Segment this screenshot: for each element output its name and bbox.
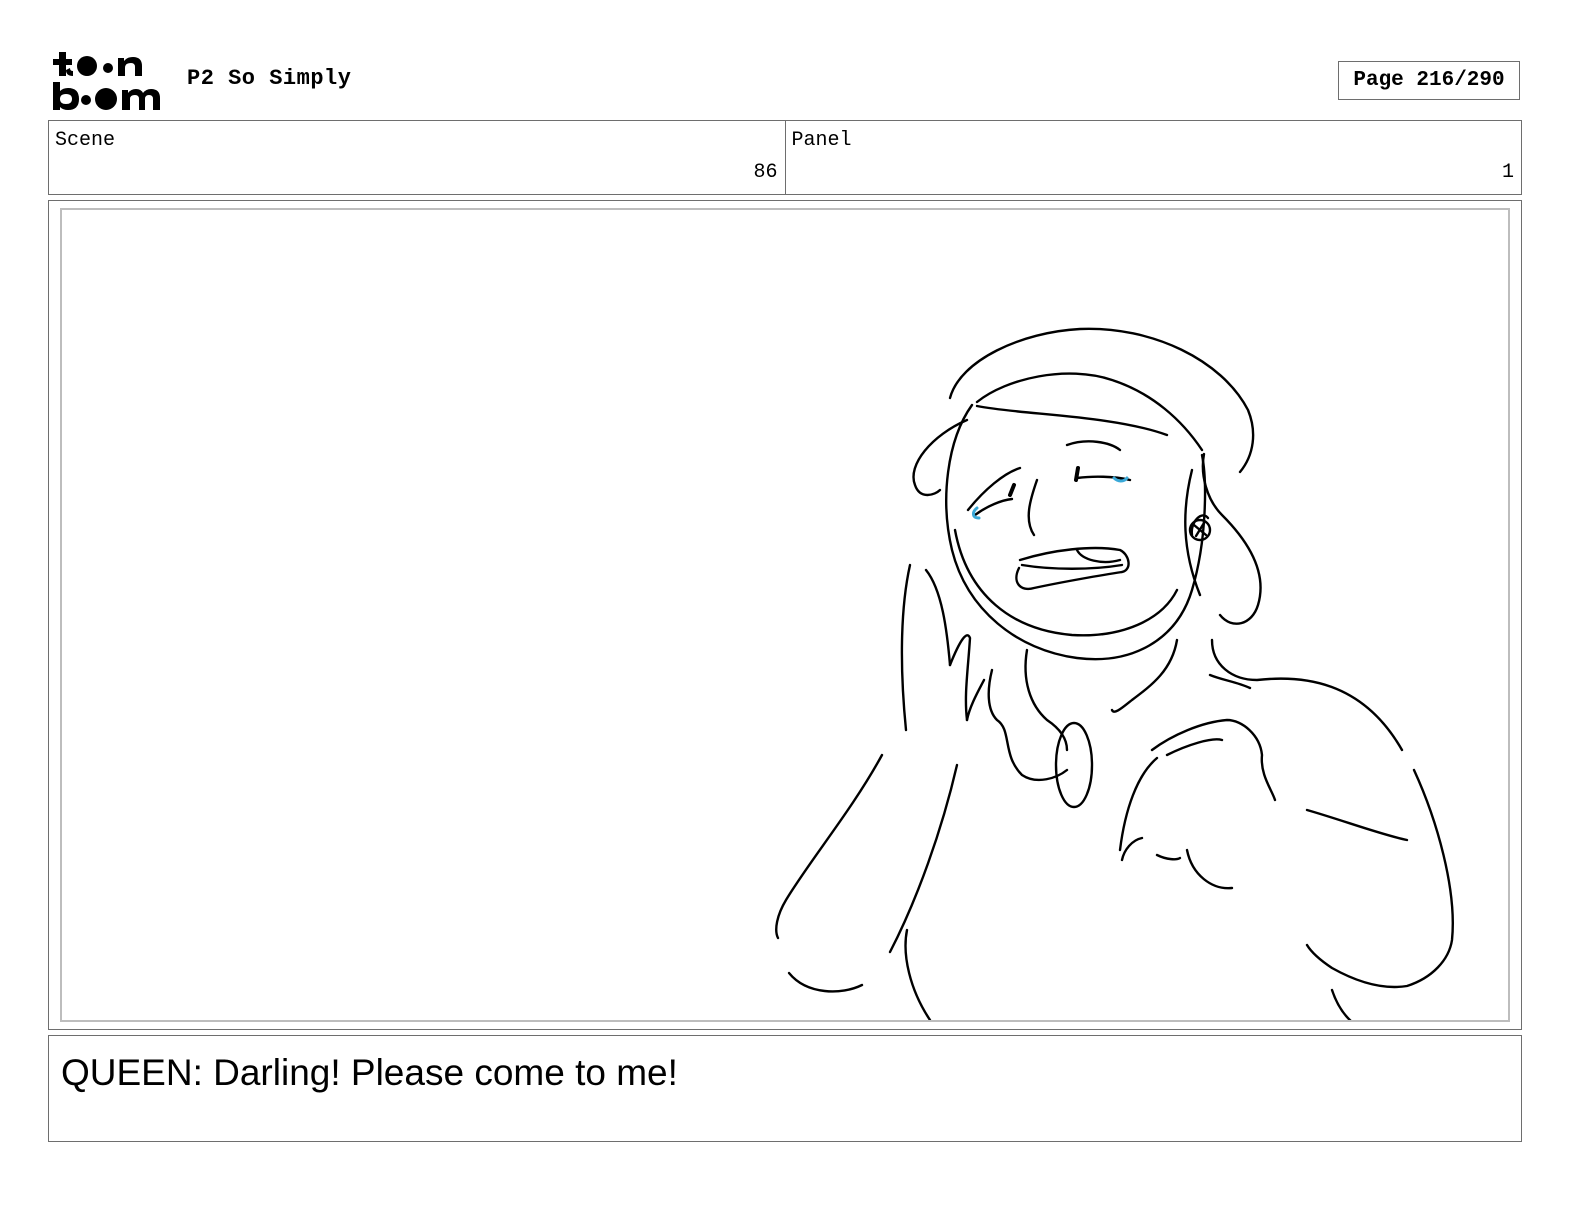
panel-label: Panel — [791, 129, 852, 152]
scene-cell: Scene 86 — [49, 121, 785, 194]
scene-label: Scene — [55, 129, 116, 152]
scene-panel-info: Scene 86 Panel 1 — [48, 120, 1522, 195]
toonboom-logo — [50, 50, 165, 112]
panel-cell: Panel 1 — [784, 121, 1522, 194]
dialogue-box: QUEEN: Darling! Please come to me! — [48, 1035, 1522, 1142]
crying-queen-sketch — [775, 327, 1454, 1020]
dialogue-text: QUEEN: Darling! Please come to me! — [61, 1052, 678, 1093]
toonboom-logo-mark — [53, 52, 160, 110]
panel-number: 1 — [1501, 161, 1514, 184]
page-indicator: Page 216/290 — [1338, 61, 1520, 100]
project-title: P2 So Simply — [187, 66, 352, 91]
scene-number: 86 — [753, 161, 778, 184]
storyboard-image — [60, 208, 1510, 1022]
storyboard-panel-frame — [48, 200, 1522, 1030]
